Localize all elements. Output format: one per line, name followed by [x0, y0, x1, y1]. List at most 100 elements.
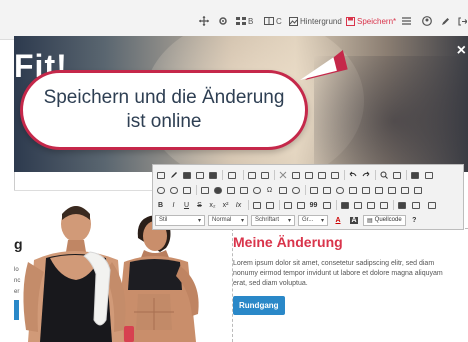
horizontal-line-icon[interactable]: [238, 185, 249, 196]
numbered-list-icon[interactable]: [251, 200, 262, 211]
paste-icon[interactable]: [303, 170, 314, 181]
chevron-down-icon: ▾: [240, 217, 244, 224]
toolbar-row-3: B I U S x₂ x² Ix 99: [155, 198, 441, 212]
layout-icon[interactable]: [207, 170, 218, 181]
text-color-button[interactable]: A: [331, 215, 345, 226]
rich-text-editor-toolbar: Ω B I U S x₂ x² Ix 99 Stil ▾ Normal ▾ Sc…: [152, 164, 464, 230]
editable-content-area[interactable]: Meine Änderung Lorem ipsum dolor sit ame…: [232, 228, 468, 342]
outdent-icon[interactable]: [282, 200, 293, 211]
background-label: Hintergrund: [300, 16, 342, 26]
copy-icon[interactable]: [194, 170, 205, 181]
preview-icon[interactable]: [259, 170, 270, 181]
smiley-icon[interactable]: [251, 185, 262, 196]
find-icon[interactable]: [378, 170, 389, 181]
language-icon[interactable]: [425, 200, 439, 211]
button-field-icon[interactable]: [386, 185, 397, 196]
user-icon[interactable]: [422, 13, 432, 29]
toolbar-separator: [243, 170, 244, 180]
select-all-icon[interactable]: [409, 170, 420, 181]
subscript-button[interactable]: x₂: [207, 200, 218, 211]
settings-icon[interactable]: [218, 13, 228, 29]
special-char-icon[interactable]: Ω: [264, 185, 275, 196]
flash-icon[interactable]: [212, 185, 223, 196]
blockquote-button[interactable]: 99: [308, 200, 319, 211]
background-color-button[interactable]: A: [347, 215, 361, 226]
image-icon[interactable]: [199, 185, 210, 196]
redo-icon[interactable]: [360, 170, 371, 181]
justify-icon[interactable]: [378, 200, 389, 211]
ltr-icon[interactable]: [396, 200, 407, 211]
format-select[interactable]: Normal ▾: [208, 214, 248, 226]
pen-icon[interactable]: [168, 170, 179, 181]
callout-line-2: ist online: [126, 111, 202, 132]
layout-c-button[interactable]: C: [264, 13, 282, 29]
italic-button[interactable]: I: [168, 200, 179, 211]
strike-button[interactable]: S: [194, 200, 205, 211]
superscript-button[interactable]: x²: [220, 200, 231, 211]
select-field-icon[interactable]: [373, 185, 384, 196]
table-icon[interactable]: [225, 185, 236, 196]
font-select[interactable]: Schriftart ▾: [251, 214, 295, 226]
help-button[interactable]: ?: [409, 215, 420, 226]
spellcheck-icon[interactable]: [422, 170, 436, 181]
toolbar-row-4: Stil ▾ Normal ▾ Schriftart ▾ Gr... ▾ A A ▤ Q…: [155, 213, 422, 227]
div-container-icon[interactable]: [321, 200, 332, 211]
align-left-icon[interactable]: [339, 200, 350, 211]
chevron-down-icon: ▾: [320, 217, 324, 224]
tour-button[interactable]: Rundgang: [233, 296, 285, 315]
page-break-icon[interactable]: [277, 185, 288, 196]
indent-icon[interactable]: [295, 200, 306, 211]
layout-b-button[interactable]: B: [236, 13, 253, 29]
replace-icon[interactable]: [391, 170, 402, 181]
new-page-icon[interactable]: [246, 170, 257, 181]
unlink-icon[interactable]: [168, 185, 179, 196]
hidden-field-icon[interactable]: [412, 185, 423, 196]
bold-button[interactable]: B: [155, 200, 166, 211]
copy-text-icon[interactable]: [290, 170, 301, 181]
link-icon[interactable]: [155, 185, 166, 196]
logout-icon[interactable]: [458, 13, 467, 29]
move-icon[interactable]: [199, 13, 209, 29]
left-button-fragment: [14, 300, 19, 320]
rtl-icon[interactable]: [409, 200, 423, 211]
size-select[interactable]: Gr... ▾: [298, 214, 328, 226]
placeholder-icon[interactable]: [225, 170, 239, 181]
edit-pencil-icon[interactable]: [441, 13, 450, 29]
toolbar-separator: [248, 200, 249, 210]
toolbar-separator: [222, 170, 223, 180]
form-icon[interactable]: [308, 185, 319, 196]
toolbar-row-2: Ω: [155, 183, 425, 197]
iframe-icon[interactable]: [290, 185, 301, 196]
paste-text-icon[interactable]: [316, 170, 327, 181]
paste-word-icon[interactable]: [329, 170, 340, 181]
background-button[interactable]: Hintergrund: [289, 13, 342, 29]
clear-format-button[interactable]: Ix: [233, 200, 244, 211]
textarea-icon[interactable]: [360, 185, 371, 196]
cut-icon[interactable]: [277, 170, 288, 181]
underline-button[interactable]: U: [181, 200, 192, 211]
source-code-button[interactable]: ▤ Quellcode: [363, 214, 406, 226]
image-button-icon[interactable]: [399, 185, 410, 196]
align-right-icon[interactable]: [365, 200, 376, 211]
style-select[interactable]: Stil ▾: [155, 214, 205, 226]
layout-b-label: B: [248, 16, 254, 26]
admin-toolbar: B C Hintergrund Speichern*: [0, 0, 468, 40]
textfield-icon[interactable]: [347, 185, 358, 196]
template-icon[interactable]: [155, 170, 166, 181]
chevron-down-icon: ▾: [287, 217, 291, 224]
toolbar-separator: [196, 185, 197, 195]
callout-bubble: Speichern und die Änderung ist online: [20, 70, 308, 150]
checkbox-icon[interactable]: [321, 185, 332, 196]
radio-icon[interactable]: [334, 185, 345, 196]
undo-icon[interactable]: [347, 170, 358, 181]
menu-icon[interactable]: [402, 13, 411, 29]
anchor-icon[interactable]: [181, 185, 192, 196]
folder-icon[interactable]: [181, 170, 192, 181]
hero-shadow: [314, 56, 468, 172]
save-button[interactable]: Speichern*: [346, 13, 396, 29]
content-paragraph: Lorem ipsum dolor sit amet, consetetur s…: [233, 260, 443, 287]
align-center-icon[interactable]: [352, 200, 363, 211]
close-icon[interactable]: ×: [457, 42, 466, 60]
bullet-list-icon[interactable]: [264, 200, 275, 211]
save-label: Speichern*: [357, 16, 397, 26]
